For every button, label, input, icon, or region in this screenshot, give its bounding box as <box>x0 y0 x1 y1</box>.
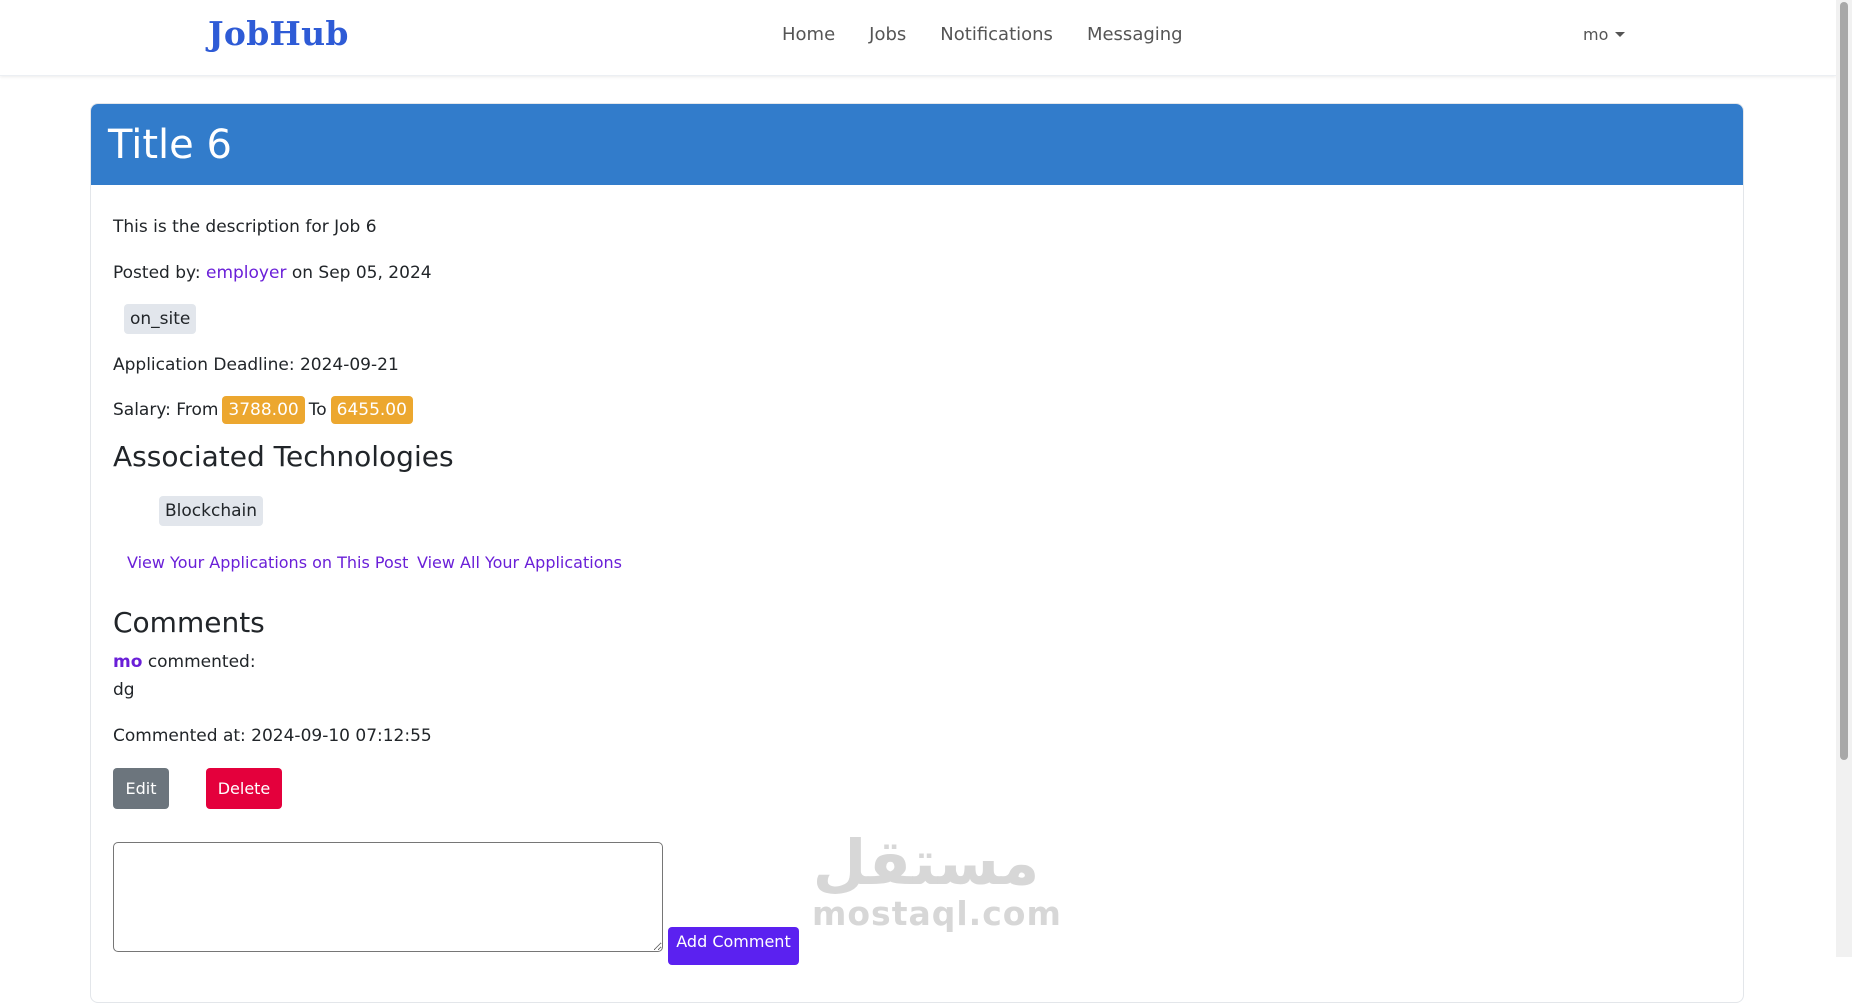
nav-notifications-link[interactable]: Notifications <box>940 24 1053 45</box>
work-type-badge-wrap: on_site <box>124 304 197 334</box>
navbar: JobHub Home Jobs Notifications Messaging… <box>0 0 1836 76</box>
comment-timestamp-label: Commented at: <box>113 726 246 746</box>
salary-to-label: To <box>308 400 327 420</box>
posted-by-line: Posted by: employer on Sep 05, 2024 <box>113 263 432 283</box>
posted-date: on Sep 05, 2024 <box>291 263 432 283</box>
salary-from-badge: 3788.00 <box>222 396 305 424</box>
job-card-header: Title 6 <box>91 104 1743 185</box>
deadline-line: Application Deadline: 2024-09-21 <box>113 355 399 375</box>
user-name: mo <box>1583 25 1609 44</box>
caret-down-icon <box>1615 32 1626 37</box>
view-all-applications-link[interactable]: View All Your Applications <box>417 553 622 572</box>
posted-by-label: Posted by: <box>113 263 201 283</box>
brand-logo[interactable]: JobHub <box>208 14 349 53</box>
technology-badge: Blockchain <box>159 496 264 526</box>
work-type-badge: on_site <box>124 304 197 334</box>
comment-timestamp-line: Commented at: 2024-09-10 07:12:55 <box>113 726 432 746</box>
job-description: This is the description for Job 6 <box>113 217 377 237</box>
nav-jobs-link[interactable]: Jobs <box>869 24 906 45</box>
add-comment-button[interactable]: Add Comment <box>668 927 799 965</box>
page-scrollbar[interactable] <box>1836 0 1852 957</box>
technology-list: Blockchain <box>159 496 264 526</box>
comment-timestamp: 2024-09-10 07:12:55 <box>251 726 432 746</box>
nav-messaging-link[interactable]: Messaging <box>1087 24 1183 45</box>
user-menu-dropdown[interactable]: mo <box>1583 25 1626 44</box>
job-title: Title 6 <box>108 121 232 168</box>
nav-home-link[interactable]: Home <box>782 24 835 45</box>
salary-line: Salary: From 3788.00 To 6455.00 <box>113 396 413 424</box>
deadline-label: Application Deadline: <box>113 355 295 375</box>
salary-to-badge: 6455.00 <box>330 396 413 424</box>
delete-comment-button[interactable]: Delete <box>206 768 282 809</box>
employer-link[interactable]: employer <box>206 263 286 283</box>
technologies-heading: Associated Technologies <box>113 440 454 473</box>
edit-comment-button[interactable]: Edit <box>113 768 169 809</box>
view-post-applications-link[interactable]: View Your Applications on This Post <box>127 553 408 572</box>
new-comment-textarea[interactable] <box>113 842 663 952</box>
nav-links: Home Jobs Notifications Messaging <box>782 24 1183 45</box>
comment-text: dg <box>113 680 135 700</box>
comments-heading: Comments <box>113 606 265 639</box>
comment-verb: commented: <box>147 652 256 672</box>
scrollbar-thumb[interactable] <box>1840 2 1848 760</box>
comment-author-line: mo commented: <box>113 652 256 672</box>
salary-label: Salary: From <box>113 400 219 420</box>
deadline-value: 2024-09-21 <box>299 355 399 375</box>
comment-author-link[interactable]: mo <box>113 652 142 672</box>
